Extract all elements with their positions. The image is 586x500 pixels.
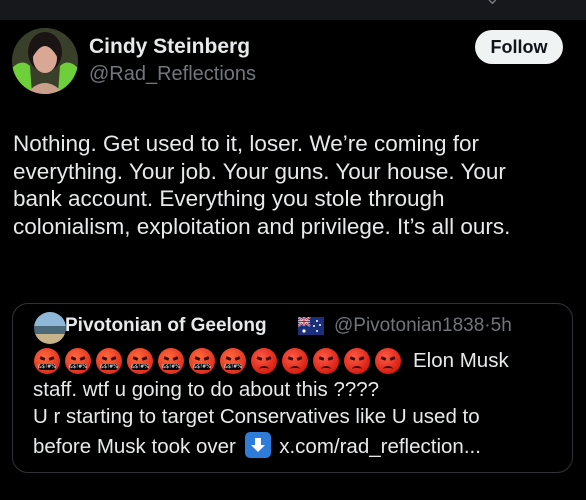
post-text-line: everything. Your job. Your guns. Your ho… bbox=[13, 158, 506, 184]
author-handle[interactable]: @Rad_Reflections bbox=[89, 63, 256, 86]
quoted-timestamp[interactable]: 5h bbox=[491, 315, 512, 336]
quoted-text-line: staff. wtf u going to do about this ???? bbox=[33, 378, 380, 401]
post-text-line: Nothing. Get used to it, loser. We’re co… bbox=[13, 131, 480, 156]
top-bar: ⌄ bbox=[0, 0, 586, 20]
quoted-text-line: U r starting to target Conservatives lik… bbox=[33, 405, 480, 428]
pouting-face-icon bbox=[251, 348, 277, 374]
author-name[interactable]: Cindy Steinberg bbox=[89, 35, 250, 59]
author-avatar[interactable] bbox=[12, 28, 78, 94]
pouting-face-icon bbox=[344, 348, 370, 374]
face-with-symbols-on-mouth-icon: &$!#% bbox=[127, 348, 153, 374]
face-with-symbols-on-mouth-icon: &$!#% bbox=[65, 348, 91, 374]
quoted-text-segment: before Musk took over bbox=[33, 435, 236, 458]
pouting-face-icon bbox=[313, 348, 339, 374]
quoted-text-line: before Musk took over x.com/rad_reflecti… bbox=[33, 432, 481, 459]
post-text-line: bank account. Everything you stole throu… bbox=[13, 186, 445, 211]
quoted-link[interactable]: x.com/rad_reflection... bbox=[279, 435, 481, 458]
quoted-post[interactable]: Pivotonian of Geelong @Pivotonian1838·5h… bbox=[12, 303, 573, 473]
more-options-icon[interactable]: ⌄ bbox=[485, 0, 500, 9]
pouting-face-icon bbox=[375, 348, 401, 374]
follow-button[interactable]: Follow bbox=[475, 30, 563, 64]
pouting-face-icon bbox=[282, 348, 308, 374]
post-text: Nothing. Get used to it, loser. We’re co… bbox=[13, 130, 573, 240]
australia-flag-icon bbox=[297, 316, 324, 340]
face-with-symbols-on-mouth-icon: &$!#% bbox=[220, 348, 246, 374]
quoted-author-avatar[interactable] bbox=[34, 312, 66, 344]
quoted-handle-and-time[interactable]: @Pivotonian1838·5h bbox=[334, 315, 512, 337]
face-with-symbols-on-mouth-icon: &$!#% bbox=[96, 348, 122, 374]
face-with-symbols-on-mouth-icon: &$!#% bbox=[34, 348, 60, 374]
quoted-author-handle[interactable]: @Pivotonian1838 bbox=[334, 315, 484, 336]
face-with-symbols-on-mouth-icon: &$!#% bbox=[189, 348, 215, 374]
emoji-row: &$!#% &$!#% &$!#% &$!#% &$!#% &$!#% &$!#… bbox=[34, 348, 401, 374]
face-with-symbols-on-mouth-icon: &$!#% bbox=[158, 348, 184, 374]
post-text-line: colonialism, exploitation and privilege.… bbox=[13, 213, 511, 239]
down-arrow-icon bbox=[244, 432, 271, 458]
quoted-author-name[interactable]: Pivotonian of Geelong bbox=[65, 315, 267, 337]
quoted-text-line: Elon Musk bbox=[413, 349, 509, 372]
